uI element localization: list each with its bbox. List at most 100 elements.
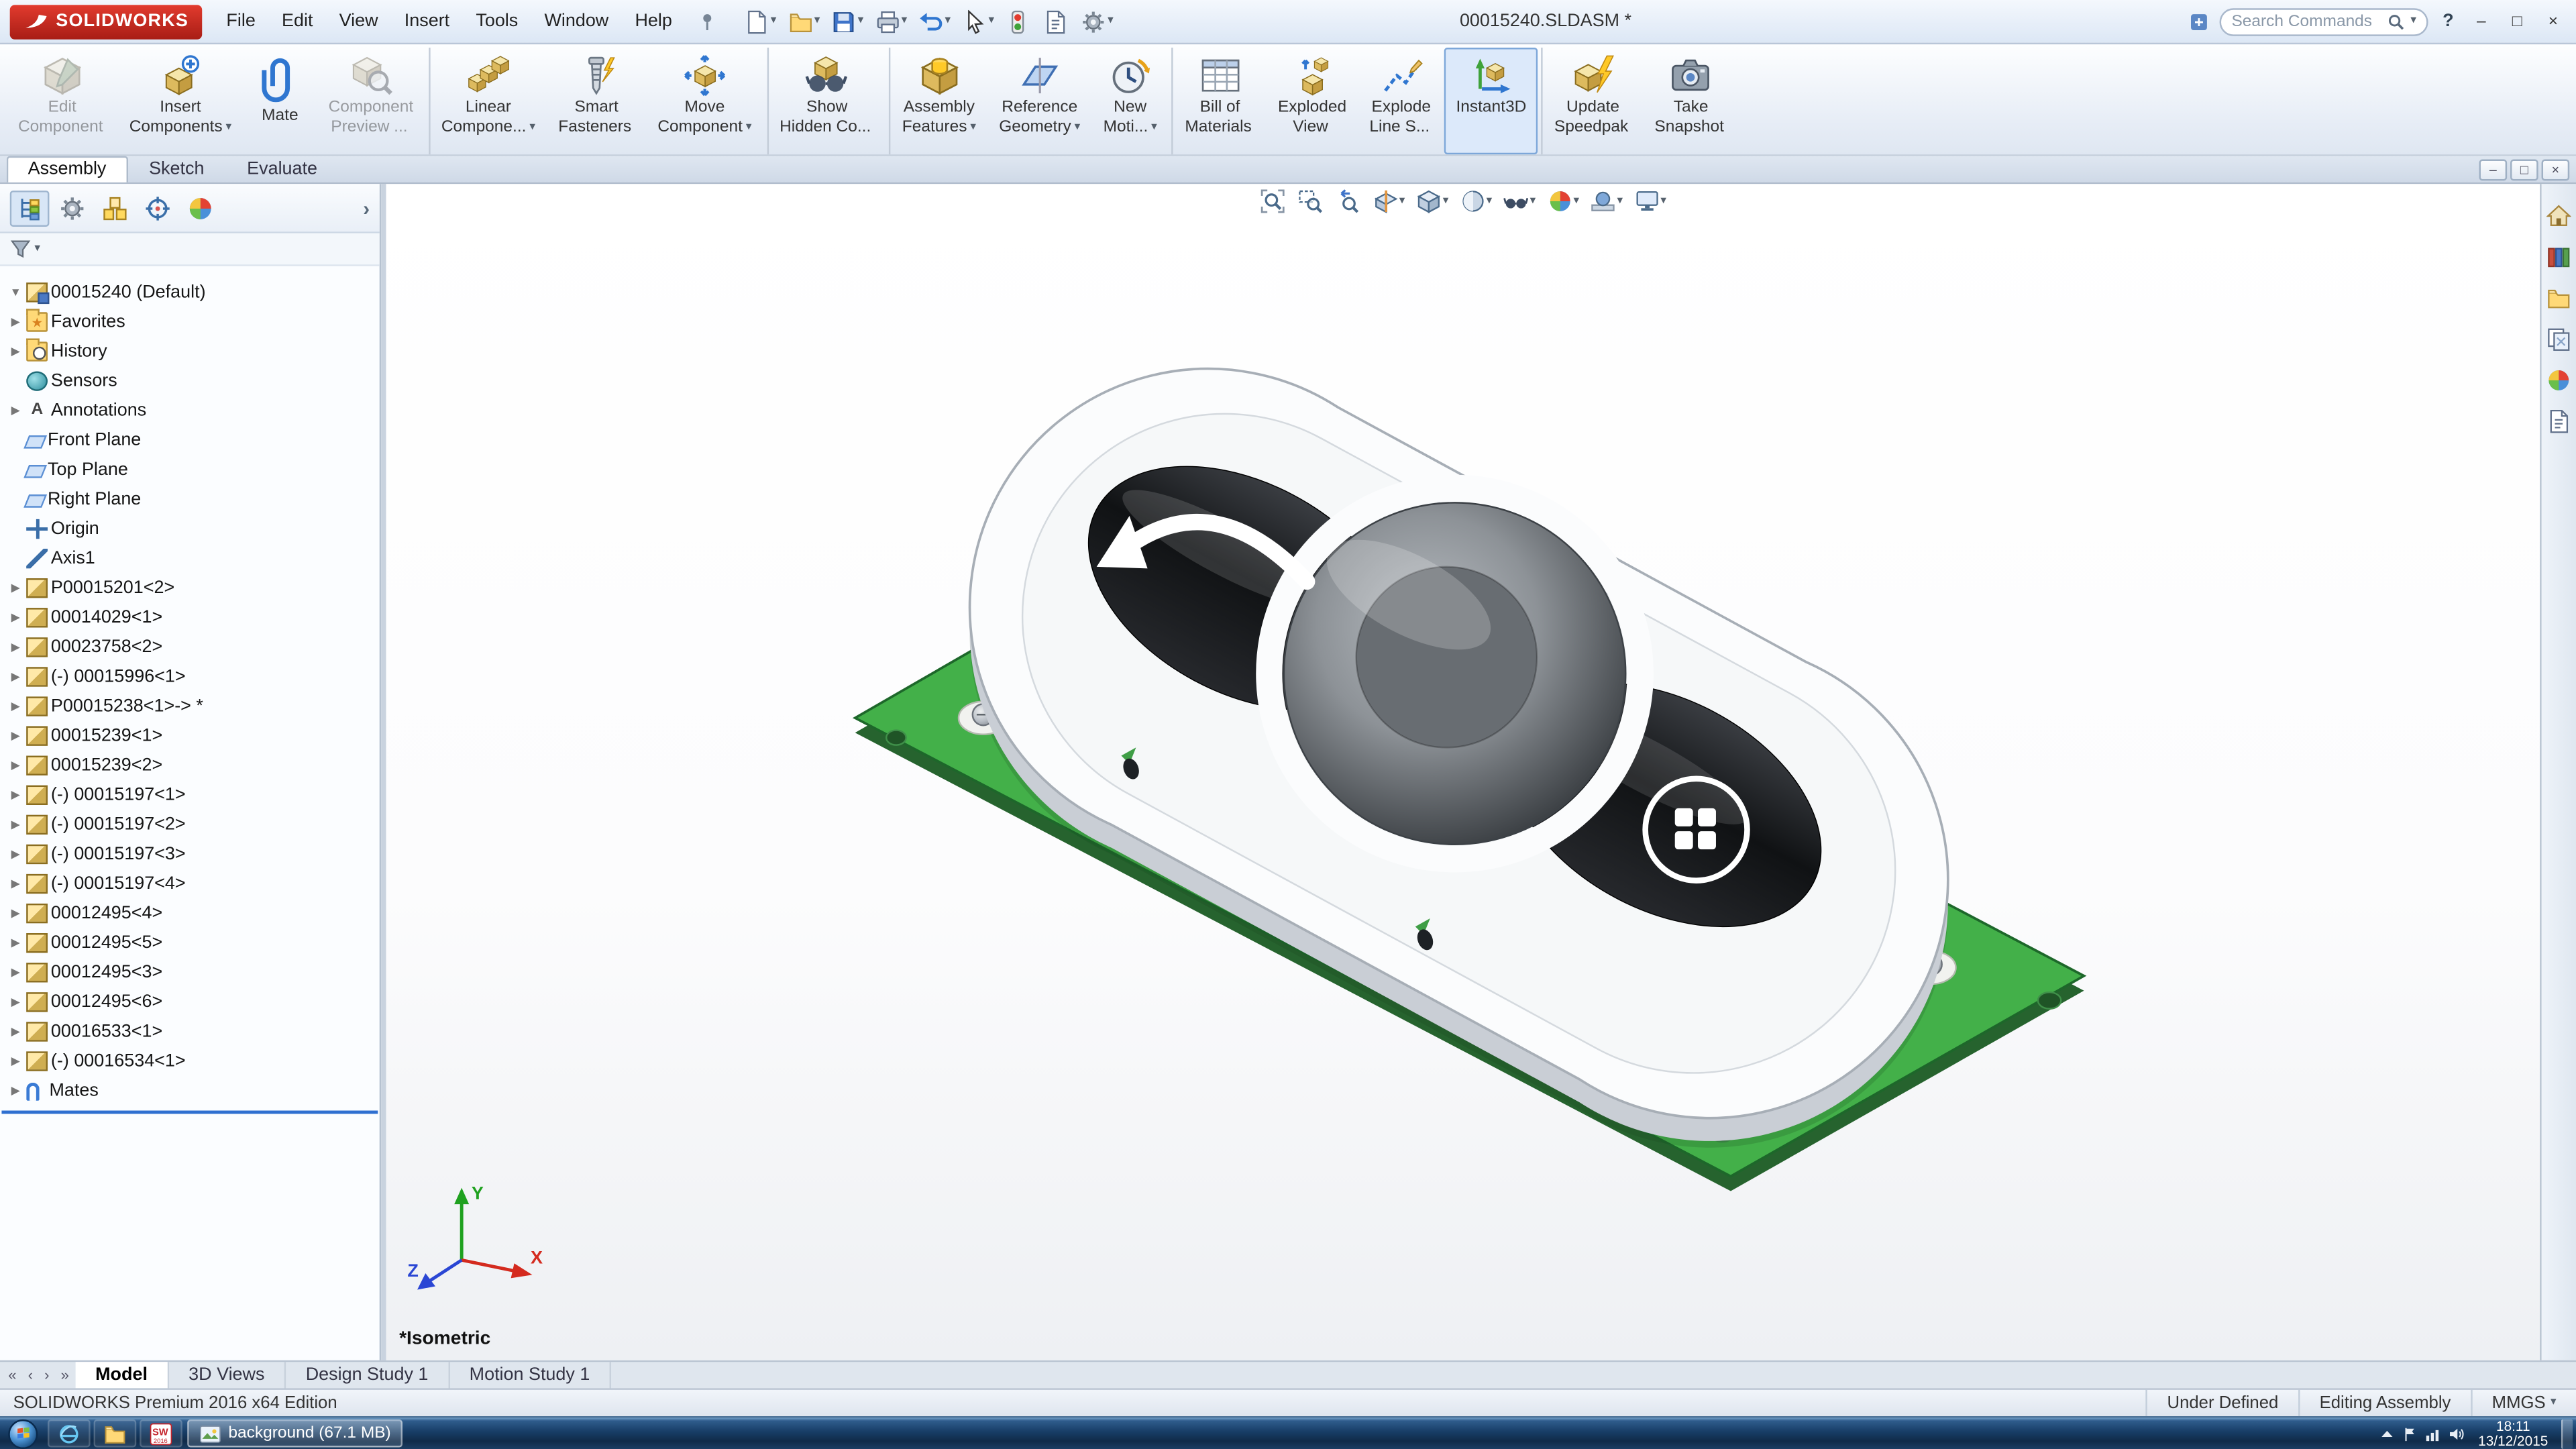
- ribbon-button[interactable]: Component Preview ...: [317, 48, 425, 154]
- tray-icon[interactable]: [2449, 1425, 2465, 1441]
- tree-item[interactable]: ▶ 00016533<1>: [0, 1017, 380, 1046]
- tree-expand-arrow[interactable]: ▶: [7, 759, 25, 772]
- taskbar-clock[interactable]: 18:11 13/12/2015: [2471, 1419, 2555, 1448]
- task-pane-tab[interactable]: [2544, 201, 2573, 230]
- tree-item[interactable]: ▶ 00012495<3>: [0, 958, 380, 987]
- dropdown-caret-icon[interactable]: ▾: [814, 15, 820, 28]
- tree-expand-arrow[interactable]: ▶: [7, 641, 25, 654]
- tree-item[interactable]: ▶ (-) 00015197<4>: [0, 869, 380, 899]
- panel-collapse-chevron[interactable]: ›: [363, 197, 370, 219]
- quick-access-button[interactable]: ▾: [959, 7, 998, 36]
- feature-manager-tab[interactable]: [180, 190, 220, 226]
- ribbon-button[interactable]: Edit Component: [7, 48, 118, 154]
- ribbon-button[interactable]: Smart Fasteners: [547, 48, 646, 154]
- tree-expand-arrow[interactable]: ▶: [7, 907, 25, 920]
- ribbon-button[interactable]: Insert Components▾: [118, 48, 244, 154]
- tree-item[interactable]: Right Plane: [0, 484, 380, 514]
- tree-item[interactable]: ▶ P00015238<1>-> *: [0, 692, 380, 721]
- dropdown-caret-icon[interactable]: ▾: [988, 15, 994, 28]
- community-icon[interactable]: [2189, 11, 2210, 32]
- tree-item[interactable]: ▼ 00015240 (Default): [0, 278, 380, 307]
- tree-expand-arrow[interactable]: ▶: [7, 315, 25, 329]
- filter-funnel-icon[interactable]: [10, 238, 32, 260]
- restore-button[interactable]: □: [2504, 12, 2530, 30]
- tree-expand-arrow[interactable]: ▶: [7, 729, 25, 743]
- hud-button[interactable]: ▾: [1591, 189, 1623, 214]
- quick-access-button[interactable]: ▾: [915, 7, 954, 36]
- doc-minimize-button[interactable]: –: [2479, 160, 2508, 181]
- tree-item[interactable]: ▶ 00012495<6>: [0, 987, 380, 1017]
- tree-expand-arrow[interactable]: ▶: [7, 404, 25, 417]
- hud-button[interactable]: ▾: [1634, 189, 1666, 214]
- dropdown-caret-icon[interactable]: ▾: [902, 15, 908, 28]
- taskbar-app-button[interactable]: [94, 1419, 137, 1448]
- hud-button[interactable]: [1260, 189, 1286, 214]
- tree-item[interactable]: ▶ (-) 00015197<1>: [0, 780, 380, 810]
- menu-item[interactable]: Insert: [393, 8, 462, 34]
- feature-manager-tab[interactable]: [138, 190, 178, 226]
- tree-item[interactable]: Origin: [0, 515, 380, 544]
- doc-restore-button[interactable]: □: [2510, 160, 2538, 181]
- ribbon-button[interactable]: Show Hidden Co...: [767, 48, 886, 154]
- dropdown-caret-icon[interactable]: ▾: [1108, 15, 1114, 28]
- study-tab[interactable]: Model: [76, 1362, 169, 1388]
- dropdown-caret-icon[interactable]: ▾: [771, 15, 777, 28]
- tab-scroll-button[interactable]: ‹: [23, 1367, 38, 1383]
- menu-item[interactable]: File: [215, 8, 267, 34]
- tree-expand-arrow[interactable]: ▶: [7, 1025, 25, 1038]
- tree-item[interactable]: ▶ (-) 00015197<2>: [0, 810, 380, 839]
- task-pane-tab[interactable]: [2544, 365, 2573, 394]
- hud-button[interactable]: [1297, 189, 1324, 214]
- menu-item[interactable]: View: [328, 8, 390, 34]
- pin-menubar-icon[interactable]: [697, 11, 718, 32]
- tree-expand-arrow[interactable]: ▶: [7, 966, 25, 979]
- tree-expand-arrow[interactable]: ▶: [7, 582, 25, 595]
- tree-expand-arrow[interactable]: ▶: [7, 877, 25, 891]
- task-pane-tab[interactable]: [2544, 282, 2573, 312]
- quick-access-button[interactable]: ▾: [785, 7, 824, 36]
- tab-scroll-button[interactable]: »: [56, 1367, 74, 1383]
- quick-access-button[interactable]: ▾: [741, 7, 780, 36]
- quick-access-button[interactable]: ▾: [828, 7, 867, 36]
- tree-item[interactable]: ▶ 00012495<5>: [0, 928, 380, 958]
- study-tab[interactable]: 3D Views: [169, 1362, 286, 1388]
- ribbon-button[interactable]: Move Component▾: [646, 48, 763, 154]
- tray-icon[interactable]: [2403, 1425, 2419, 1441]
- task-pane-tab[interactable]: [2544, 406, 2573, 435]
- help-button[interactable]: ?: [2438, 11, 2459, 31]
- tree-expand-arrow[interactable]: ▶: [7, 818, 25, 832]
- commandmanager-tab[interactable]: Sketch: [127, 156, 225, 182]
- tree-item[interactable]: Sensors: [0, 366, 380, 396]
- ribbon-button[interactable]: Reference Geometry▾: [987, 48, 1091, 154]
- graphics-area[interactable]: ▾ ▾ ▾ ▾: [386, 184, 2540, 1360]
- minimize-button[interactable]: –: [2469, 12, 2494, 30]
- hud-button[interactable]: ▾: [1460, 189, 1492, 214]
- taskbar-active-window[interactable]: background (67.1 MB): [187, 1419, 402, 1448]
- taskbar-app-button[interactable]: [140, 1419, 182, 1448]
- tree-expand-arrow[interactable]: ▶: [7, 936, 25, 950]
- ribbon-button[interactable]: Explode Line S...: [1358, 48, 1444, 154]
- hud-button[interactable]: ▾: [1373, 189, 1405, 214]
- taskbar-app-button[interactable]: [48, 1419, 91, 1448]
- menu-item[interactable]: Edit: [270, 8, 325, 34]
- tree-item[interactable]: ▶ (-) 00015197<3>: [0, 839, 380, 869]
- panel-splitter[interactable]: [381, 184, 386, 1360]
- search-icon[interactable]: [2387, 12, 2406, 30]
- study-tab[interactable]: Motion Study 1: [449, 1362, 611, 1388]
- hud-button[interactable]: ▾: [1503, 189, 1536, 214]
- feature-manager-tab[interactable]: [52, 190, 92, 226]
- ribbon-button[interactable]: Linear Compone...▾: [428, 48, 547, 154]
- start-button[interactable]: [8, 1419, 38, 1448]
- tree-item[interactable]: ▶ 00015239<2>: [0, 751, 380, 780]
- tree-expand-arrow[interactable]: ▶: [7, 848, 25, 861]
- quick-access-button[interactable]: ▾: [1078, 7, 1117, 36]
- doc-close-button[interactable]: ×: [2542, 160, 2570, 181]
- menu-item[interactable]: Help: [623, 8, 684, 34]
- tree-expand-arrow[interactable]: ▶: [7, 670, 25, 684]
- units-selector[interactable]: MMGS▾: [2471, 1390, 2576, 1416]
- tray-icon[interactable]: [2426, 1425, 2442, 1441]
- ribbon-button[interactable]: New Moti...▾: [1091, 48, 1168, 154]
- feature-manager-tab[interactable]: [10, 190, 50, 226]
- tree-item[interactable]: ▶ (-) 00015996<1>: [0, 662, 380, 692]
- tree-item[interactable]: ▶ Favorites: [0, 307, 380, 337]
